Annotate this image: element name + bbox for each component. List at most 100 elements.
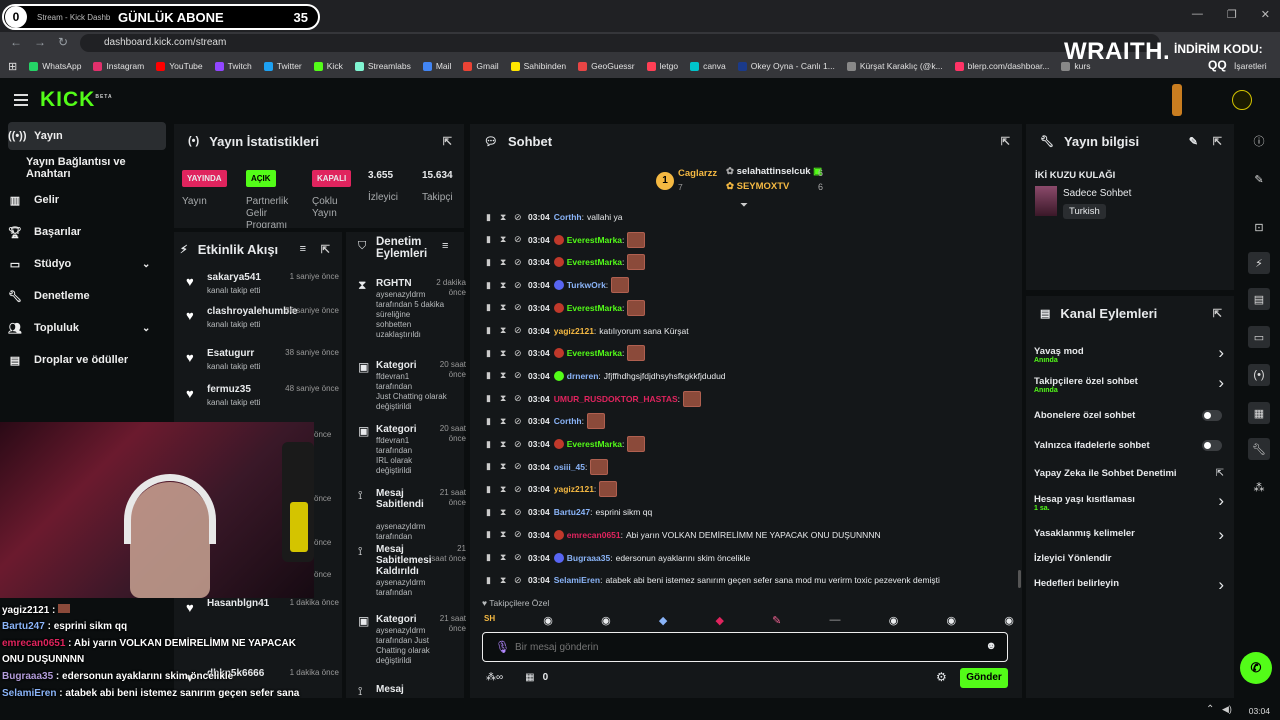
ban-icon[interactable]: ⊘	[514, 552, 522, 563]
emote-icon[interactable]: ◆	[716, 614, 724, 628]
ban-icon[interactable]: ⊘	[514, 507, 522, 518]
forward-icon[interactable]: →	[34, 35, 46, 49]
document-icon[interactable]: ▤	[1248, 288, 1270, 310]
bookmark-item[interactable]: letgo	[646, 61, 678, 71]
bolt-icon[interactable]: ⚡︎	[1248, 252, 1270, 274]
chevron-right-icon[interactable]: ›	[1218, 491, 1224, 511]
activity-user[interactable]: fermuz35	[207, 384, 251, 395]
kick-logo[interactable]: KICKBETA	[40, 88, 113, 112]
ban-icon[interactable]: ⊘	[514, 348, 522, 359]
chevron-right-icon[interactable]: ›	[1218, 575, 1224, 595]
bookmark-item[interactable]: Okey Oyna - Canlı 1...	[737, 61, 835, 71]
sidebar-item-yayin[interactable]: ((•)) Yayın	[8, 122, 166, 150]
delete-icon[interactable]: ▮	[486, 257, 492, 268]
bookmark-item[interactable]: Instagram	[93, 61, 144, 71]
timeout-icon[interactable]: ⧗	[500, 302, 506, 313]
ban-icon[interactable]: ⊘	[514, 325, 522, 336]
popout-icon[interactable]: ⇱	[1213, 135, 1222, 148]
emote-icon[interactable]: ◉	[601, 614, 611, 628]
edit-icon[interactable]: ✎	[1189, 135, 1198, 148]
activity-user[interactable]: Esatugurr	[207, 348, 254, 359]
apps-icon[interactable]: ⊞	[8, 60, 17, 73]
message-username[interactable]: yagiz2121	[554, 326, 594, 336]
ban-icon[interactable]: ⊘	[514, 439, 522, 450]
menu-icon[interactable]	[14, 94, 28, 106]
channel-action-item[interactable]: Yapay Zeka ile Sohbet Denetimi ⇱	[1034, 468, 1224, 479]
taskbar-chevron-icon[interactable]: ⌃	[1206, 704, 1214, 715]
filter-icon[interactable]: ≡	[442, 240, 448, 252]
message-username[interactable]: EverestMarka	[567, 257, 622, 267]
bookmark-item[interactable]: Sahibinden	[510, 61, 566, 71]
channel-action-item[interactable]: Yalnızca ifadelerle sohbet	[1034, 440, 1224, 451]
ban-icon[interactable]: ⊘	[514, 212, 522, 223]
crop-icon[interactable]: ⊡	[1248, 216, 1270, 238]
bookmark-item[interactable]: Gmail	[463, 61, 499, 71]
emote-icon[interactable]: ◉	[543, 614, 553, 628]
sidebar-item-gelir[interactable]: ▥ Gelir	[8, 186, 59, 214]
bookmark-item[interactable]: GeoGuessr	[578, 61, 635, 71]
bookmark-item[interactable]: Twitter	[263, 61, 302, 71]
language-tag[interactable]: Turkish	[1063, 204, 1106, 219]
message-username[interactable]: Corthh	[554, 416, 582, 426]
delete-icon[interactable]: ▮	[486, 507, 492, 518]
channel-action-item[interactable]: Hedefleri belirleyin ›	[1034, 575, 1224, 594]
message-username[interactable]: Corthh	[554, 212, 582, 222]
delete-icon[interactable]: ▮	[486, 212, 492, 223]
bookmark-item[interactable]: Mail	[422, 61, 451, 71]
timeout-icon[interactable]: ⧗	[500, 507, 506, 518]
ban-icon[interactable]: ⊘	[514, 302, 522, 313]
message-username[interactable]: EverestMarka	[567, 303, 622, 313]
people-icon[interactable]: ⁂	[1248, 476, 1270, 498]
chevron-right-icon[interactable]: ›	[1218, 525, 1224, 545]
ban-icon[interactable]: ⊘	[514, 575, 522, 586]
toggle-switch[interactable]	[1202, 440, 1222, 451]
message-username[interactable]: SelamiEren	[554, 575, 600, 585]
activity-user[interactable]: sakarya541	[207, 272, 261, 283]
channel-action-item[interactable]: Hesap yaşı kısıtlaması 1 sa. ›	[1034, 491, 1224, 512]
emote-icon[interactable]: ◉	[889, 614, 899, 628]
url-input[interactable]: dashboard.kick.com/stream	[80, 34, 1160, 52]
delete-icon[interactable]: ▮	[486, 370, 492, 381]
sidebar-item-droplar[interactable]: ▤ Droplar ve ödüller	[8, 346, 128, 374]
channel-action-item[interactable]: Yavaş mod Anında ›	[1034, 343, 1224, 364]
emote-icon[interactable]: —	[830, 614, 841, 628]
top-gifter-3[interactable]: ✿ SEYMOXTV	[726, 181, 846, 195]
emote-icon[interactable]: ◆	[659, 614, 667, 628]
timeout-icon[interactable]: ⧗	[500, 461, 506, 472]
popout-icon[interactable]: ⇱	[1213, 307, 1222, 320]
ban-icon[interactable]: ⊘	[514, 529, 522, 540]
popout-icon[interactable]: ⇱	[321, 243, 330, 256]
bookmark-item[interactable]: Streamlabs	[354, 61, 411, 71]
chat-input-box[interactable]: 🎙︎ ☻	[482, 632, 1008, 662]
delete-icon[interactable]: ▮	[486, 439, 492, 450]
delete-icon[interactable]: ▮	[486, 461, 492, 472]
chat-scrollbar[interactable]	[1018, 570, 1021, 588]
timeout-icon[interactable]: ⧗	[500, 212, 506, 223]
timeout-icon[interactable]: ⧗	[500, 529, 506, 540]
user-avatar[interactable]	[1232, 90, 1252, 110]
message-username[interactable]: EverestMarka	[567, 348, 622, 358]
top-gifter-2[interactable]: ✿ selahattinselcuk ▣	[726, 166, 846, 180]
info-icon[interactable]: ⓘ	[1248, 130, 1270, 152]
message-username[interactable]: EverestMarka	[567, 439, 622, 449]
channel-action-item[interactable]: Abonelere özel sohbet	[1034, 410, 1224, 421]
bookmark-item[interactable]: canva	[690, 61, 726, 71]
timeout-icon[interactable]: ⧗	[500, 325, 506, 336]
bookmark-item[interactable]: YouTube	[156, 61, 203, 71]
message-username[interactable]: UMUR_RUSDOKTOR_HASTAS	[554, 394, 678, 404]
message-username[interactable]: TurkwOrk	[567, 280, 606, 290]
delete-icon[interactable]: ▮	[486, 325, 492, 336]
external-link-icon[interactable]: ⇱	[1216, 468, 1224, 479]
delete-icon[interactable]: ▮	[486, 302, 492, 313]
timeout-icon[interactable]: ⧗	[500, 370, 506, 381]
chevron-right-icon[interactable]: ›	[1218, 373, 1224, 393]
sidebar-item-basarilar[interactable]: 🏆︎ Başarılar	[8, 218, 81, 246]
ban-icon[interactable]: ⊘	[514, 257, 522, 268]
timeout-icon[interactable]: ⧗	[500, 393, 506, 404]
delete-icon[interactable]: ▮	[486, 280, 492, 291]
delete-icon[interactable]: ▮	[486, 529, 492, 540]
delete-icon[interactable]: ▮	[486, 575, 492, 586]
category-name[interactable]: Sadece Sohbet	[1063, 188, 1131, 199]
ban-icon[interactable]: ⊘	[514, 461, 522, 472]
filter-icon[interactable]: ≡	[300, 243, 306, 255]
